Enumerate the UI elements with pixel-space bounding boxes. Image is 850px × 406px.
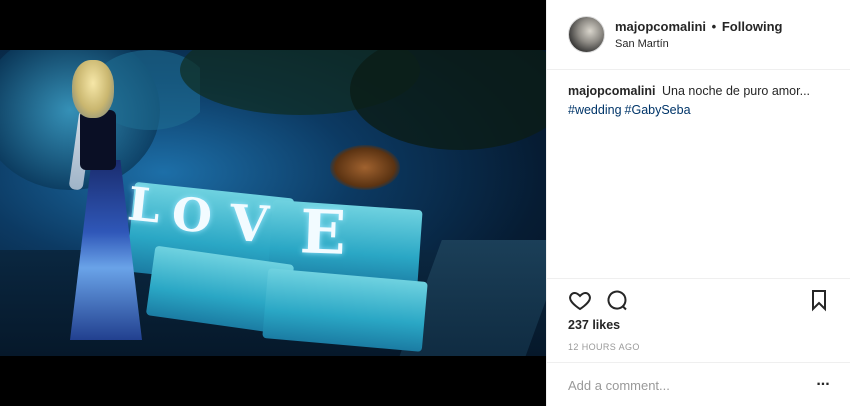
post-header: majopcomalini • Following San Martín — [547, 0, 850, 70]
hashtag-link[interactable]: #GabySeba — [625, 103, 691, 117]
woman-top — [80, 110, 116, 170]
post-timestamp[interactable]: 12 HOURS AGO — [568, 342, 640, 352]
tree-stump — [330, 145, 400, 190]
likes-count[interactable]: 237 likes — [568, 318, 620, 332]
woman-head — [72, 60, 114, 118]
action-bar — [547, 278, 850, 318]
comment-icon[interactable] — [605, 288, 629, 312]
more-options-icon[interactable]: ... — [815, 373, 831, 392]
user-line: majopcomalini • Following — [615, 19, 783, 34]
caption-text: Una noche de puro amor... — [662, 84, 811, 98]
bookmark-icon[interactable] — [807, 288, 831, 312]
post-sidebar: majopcomalini • Following San Martín maj… — [546, 0, 850, 406]
hay-bale — [262, 268, 428, 352]
username-link[interactable]: majopcomalini — [615, 19, 706, 34]
caption-author-link[interactable]: majopcomalini — [568, 84, 656, 98]
letter-e: E — [298, 197, 347, 269]
comment-input[interactable] — [568, 375, 798, 395]
hashtag-link[interactable]: #wedding — [568, 103, 622, 117]
letter-l: L — [125, 176, 164, 234]
location-link[interactable]: San Martín — [615, 38, 669, 50]
separator-dot: • — [711, 19, 717, 34]
avatar[interactable] — [568, 16, 605, 53]
following-button[interactable]: Following — [722, 19, 783, 34]
post-media[interactable]: L O V E — [0, 0, 546, 406]
heart-icon[interactable] — [568, 288, 592, 312]
caption: majopcomalini Una noche de puro amor... … — [568, 82, 833, 120]
instagram-post: L O V E majopcomalini • Following San Ma… — [0, 0, 850, 406]
letter-o: O — [170, 186, 214, 244]
comment-bar: ... — [547, 362, 850, 406]
post-photo[interactable]: L O V E — [0, 50, 546, 356]
letter-v: V — [228, 193, 271, 254]
